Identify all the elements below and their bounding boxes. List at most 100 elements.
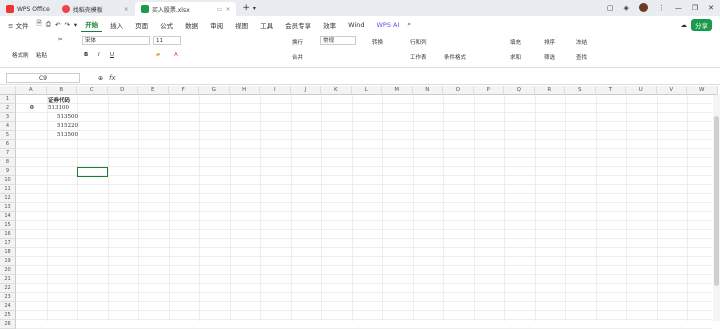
menu-member[interactable]: 会员专享 <box>281 18 315 32</box>
selected-cell-c9[interactable] <box>77 167 108 177</box>
paste-button[interactable]: 粘贴 <box>36 51 47 59</box>
print-icon[interactable]: ⎙ <box>46 20 51 29</box>
tab-wps-office[interactable]: WPS Office <box>0 2 56 16</box>
row-header[interactable]: 3 <box>0 113 16 122</box>
column-header[interactable]: P <box>473 86 504 95</box>
column-header[interactable]: F <box>168 86 199 95</box>
row-header[interactable]: 16 <box>0 230 16 239</box>
more-icon[interactable]: ⋮ <box>658 4 665 12</box>
file-menu[interactable]: ≡ 文件 <box>4 18 33 32</box>
tab-template[interactable]: 找稻壳模板 × <box>56 2 135 16</box>
column-header[interactable]: C <box>77 86 108 95</box>
worksheet-button[interactable]: 工作表 <box>410 53 427 61</box>
menu-review[interactable]: 审阅 <box>206 18 227 32</box>
font-color-icon[interactable]: A <box>174 52 178 58</box>
column-header[interactable]: H <box>229 86 260 95</box>
row-header[interactable]: 26 <box>0 320 16 329</box>
undo-icon[interactable]: ↶ <box>55 21 60 29</box>
font-name-select[interactable]: 宋体 <box>82 36 150 45</box>
row-header[interactable]: 6 <box>0 140 16 149</box>
column-header[interactable]: S <box>565 86 596 95</box>
font-size-select[interactable]: 11 <box>153 36 181 45</box>
italic-button[interactable]: I <box>98 52 100 58</box>
window-icon[interactable]: ▭ <box>217 6 223 13</box>
row-header[interactable]: 1 <box>0 95 16 104</box>
find-button[interactable]: 查找 <box>576 53 587 61</box>
row-header[interactable]: 18 <box>0 248 16 257</box>
tab-workbook[interactable]: 买入股票.xlsx ▭ × <box>134 2 237 16</box>
number-format-select[interactable]: 常规 <box>320 36 356 45</box>
column-header[interactable]: A <box>16 86 47 95</box>
cloud-icon[interactable]: ☁ <box>681 21 688 29</box>
row-header[interactable]: 20 <box>0 266 16 275</box>
column-header[interactable]: E <box>138 86 169 95</box>
filter-button[interactable]: 筛选 <box>544 53 555 61</box>
maximize-icon[interactable]: ❐ <box>692 4 698 12</box>
menu-page[interactable]: 页面 <box>131 18 152 32</box>
wrap-button[interactable]: 换行 <box>292 38 303 46</box>
menu-efficiency[interactable]: 效率 <box>319 18 340 32</box>
new-tab-icon[interactable]: + <box>242 3 250 13</box>
column-header[interactable]: G <box>199 86 230 95</box>
row-header[interactable]: 23 <box>0 293 16 302</box>
close-icon[interactable]: × <box>225 6 230 13</box>
cell-b2[interactable]: 513100 <box>48 105 69 111</box>
row-header[interactable]: 13 <box>0 203 16 212</box>
merge-button[interactable]: 合并 <box>292 53 303 61</box>
cell-b1[interactable]: 证券代码 <box>48 96 70 104</box>
format-painter-button[interactable]: 格式刷 <box>12 51 29 59</box>
bold-button[interactable]: B <box>84 52 88 58</box>
column-header[interactable]: T <box>595 86 626 95</box>
column-header[interactable]: J <box>290 86 321 95</box>
chevron-down-icon[interactable]: ▾ <box>253 5 256 12</box>
row-header[interactable]: 9 <box>0 167 16 176</box>
row-header[interactable]: 8 <box>0 158 16 167</box>
name-box[interactable]: C9 <box>6 73 80 83</box>
cell-b4[interactable]: 515220 <box>57 123 78 129</box>
column-header[interactable]: D <box>107 86 138 95</box>
row-header[interactable]: 7 <box>0 149 16 158</box>
row-header[interactable]: 25 <box>0 311 16 320</box>
cut-icon[interactable]: ✂ <box>58 37 63 43</box>
column-header[interactable]: M <box>382 86 413 95</box>
column-header[interactable]: I <box>260 86 291 95</box>
row-header[interactable]: 4 <box>0 122 16 131</box>
close-icon[interactable]: × <box>124 6 129 13</box>
fx-icon[interactable]: fx <box>109 74 116 82</box>
minimize-icon[interactable]: — <box>675 4 682 12</box>
close-window-icon[interactable]: ✕ <box>708 4 714 12</box>
row-header[interactable]: 22 <box>0 284 16 293</box>
avatar[interactable] <box>638 3 648 12</box>
layout-icon[interactable]: ▢ <box>607 4 614 12</box>
row-header[interactable]: 17 <box>0 239 16 248</box>
menu-formula[interactable]: 公式 <box>156 18 177 32</box>
column-header[interactable]: R <box>534 86 565 95</box>
sum-button[interactable]: 求和 <box>510 53 521 61</box>
row-header[interactable]: 24 <box>0 302 16 311</box>
chevron-down-icon[interactable]: ▾ <box>74 21 77 29</box>
save-icon[interactable]: 🗎 <box>37 19 42 30</box>
column-header[interactable]: Q <box>504 86 535 95</box>
share-button[interactable]: 分享 <box>691 18 712 31</box>
conditional-format-button[interactable]: 条件格式 <box>444 53 466 61</box>
row-header[interactable]: 12 <box>0 194 16 203</box>
spreadsheet-grid[interactable]: A B C D E F G H I J K L M N O P Q R S T U V W 1 2 3 4 5 6 7 8 9 10 11 12 13… <box>0 86 720 329</box>
fill-button[interactable]: 填充 <box>510 38 521 46</box>
redo-icon[interactable]: ↷ <box>64 21 69 29</box>
column-header[interactable]: W <box>687 86 718 95</box>
menu-view[interactable]: 视图 <box>231 18 252 32</box>
row-header[interactable]: 5 <box>0 131 16 140</box>
row-header[interactable]: 11 <box>0 185 16 194</box>
search-icon[interactable]: ⌕ <box>407 20 411 29</box>
menu-data[interactable]: 数据 <box>181 18 202 32</box>
column-header[interactable]: N <box>412 86 443 95</box>
row-header[interactable]: 21 <box>0 275 16 284</box>
cell-b5[interactable]: 513500 <box>57 132 78 138</box>
column-header[interactable]: V <box>656 86 687 95</box>
menu-tools[interactable]: 工具 <box>256 18 277 32</box>
row-header[interactable]: 10 <box>0 176 16 185</box>
scroll-thumb[interactable] <box>714 116 719 286</box>
row-header[interactable]: 19 <box>0 257 16 266</box>
column-header[interactable]: U <box>626 86 657 95</box>
convert-button[interactable]: 转换 <box>372 38 383 46</box>
